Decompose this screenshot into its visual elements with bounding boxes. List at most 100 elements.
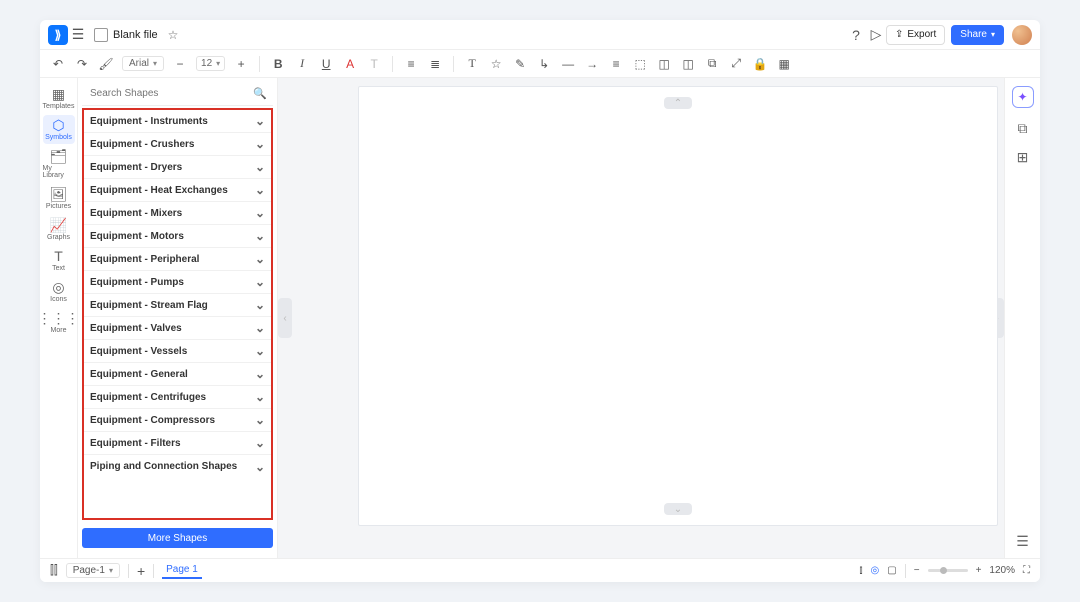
undo-icon[interactable]: ↶ [50, 57, 66, 71]
pen-tool-icon[interactable]: ✎ [512, 57, 528, 71]
category-label: Equipment - Peripheral [90, 254, 199, 265]
panel-collapse-left[interactable]: ‹ [278, 298, 292, 338]
layers-icon[interactable]: ⧉ [1018, 120, 1028, 137]
avatar[interactable] [1012, 25, 1032, 45]
outline-icon[interactable]: ◎ [871, 565, 880, 576]
rail-label: More [51, 327, 67, 334]
ungroup-icon[interactable]: ◫ [680, 57, 696, 71]
rail-item-symbols[interactable]: ⬡Symbols [43, 115, 75, 144]
search-icon[interactable]: 🔍 [253, 87, 267, 100]
bring-front-icon[interactable]: ⧉ [704, 56, 720, 71]
layers-toggle-icon[interactable]: ⫾ [859, 565, 862, 576]
file-title[interactable]: Blank file [94, 28, 158, 42]
font-select[interactable]: Arial ▾ [122, 56, 164, 71]
export-button[interactable]: ⇪ Export [886, 25, 945, 45]
app-logo[interactable]: ⟫ [48, 25, 68, 45]
arrow-style-icon[interactable]: → [584, 57, 600, 71]
rail-item-icons[interactable]: ◎Icons [43, 277, 75, 306]
rail-item-text[interactable]: TText [43, 246, 75, 275]
line-weight-icon[interactable]: ≡ [608, 57, 624, 71]
page-tab[interactable]: Page 1 [162, 562, 202, 579]
rail-item-graphs[interactable]: 📈Graphs [43, 215, 75, 244]
table-icon[interactable]: ▦ [776, 57, 792, 71]
zoom-in-button[interactable]: + [976, 565, 982, 576]
help-icon[interactable]: ? [846, 27, 866, 43]
chevron-down-icon: ▾ [109, 566, 113, 575]
chevron-down-icon: ⌄ [255, 206, 265, 220]
align-left-icon[interactable]: ≡ [403, 57, 419, 71]
chevron-down-icon: ⌄ [255, 252, 265, 266]
decrease-font-icon[interactable]: − [172, 57, 188, 71]
apps-icon[interactable]: ⊞ [1017, 149, 1029, 166]
chevron-down-icon: ⌄ [255, 321, 265, 335]
category-item[interactable]: Equipment - Mixers⌄ [84, 202, 271, 225]
zoom-level[interactable]: 120% [989, 565, 1015, 576]
bold-icon[interactable]: B [270, 57, 286, 71]
shapes-panel: 🔍 Equipment - Instruments ⌄ Equipment - Cr… [78, 78, 278, 558]
redo-icon[interactable]: ↷ [74, 57, 90, 71]
canvas-page[interactable]: ⌃ ⌄ [358, 86, 998, 526]
category-item[interactable]: Equipment - General⌄ [84, 363, 271, 386]
page-scroll-down[interactable]: ⌄ [664, 503, 692, 515]
settings-list-icon[interactable]: ☰ [1016, 533, 1029, 550]
font-color-icon[interactable]: A [342, 57, 358, 71]
category-label: Equipment - Instruments [90, 116, 208, 127]
font-size-select[interactable]: 12 ▾ [196, 56, 225, 71]
increase-font-icon[interactable]: + [233, 57, 249, 71]
category-label: Equipment - Valves [90, 323, 182, 334]
line-style-icon[interactable]: ― [560, 57, 576, 71]
play-icon[interactable]: ▷ [866, 26, 886, 43]
format-painter-icon[interactable]: 🖌 [98, 57, 114, 71]
align-options-icon[interactable]: ≣ [427, 57, 443, 71]
category-item[interactable]: Equipment - Filters⌄ [84, 432, 271, 455]
category-item[interactable]: Equipment - Compressors⌄ [84, 409, 271, 432]
text-tool-icon[interactable]: T [464, 56, 480, 71]
bookmark-icon[interactable]: ☆ [488, 57, 504, 71]
resize-icon[interactable]: ⤢ [728, 56, 744, 71]
rail-item-templates[interactable]: ▦Templates [43, 84, 75, 113]
file-icon [94, 28, 108, 42]
rail-item-pictures[interactable]: 🖼Pictures [43, 184, 75, 213]
menu-button[interactable]: ☰ [68, 26, 88, 43]
page-nav-icon[interactable]: ⫿⫿ [50, 563, 58, 578]
chevron-down-icon: ⌄ [255, 114, 265, 128]
category-item[interactable]: Equipment - Peripheral ⌄ [84, 248, 271, 271]
category-item[interactable]: Equipment - Dryers⌄ [84, 156, 271, 179]
category-label: Equipment - Crushers [90, 139, 194, 150]
category-item[interactable]: Equipment - Crushers⌄ [84, 133, 271, 156]
chevron-down-icon: ⌄ [255, 413, 265, 427]
ai-sparkle-icon[interactable]: ✦ [1012, 86, 1034, 108]
category-item[interactable]: Equipment - Valves ⌄ [84, 317, 271, 340]
page-select[interactable]: Page-1 ▾ [66, 563, 120, 578]
favorite-icon[interactable]: ☆ [168, 28, 179, 42]
category-item[interactable]: Piping and Connection Shapes⌄ [84, 455, 271, 478]
category-item[interactable]: Equipment - Instruments ⌄ [84, 110, 271, 133]
fill-icon[interactable]: ⬚ [632, 57, 648, 71]
share-button[interactable]: Share ▾ [951, 25, 1004, 45]
fullscreen-icon[interactable]: ⛶ [1023, 565, 1030, 576]
rail-item-my-library[interactable]: 🗂My Library [43, 146, 75, 182]
italic-icon[interactable]: I [294, 56, 310, 71]
group-icon[interactable]: ◫ [656, 57, 672, 71]
add-page-button[interactable]: + [137, 563, 145, 579]
search-shapes: 🔍 [82, 82, 273, 106]
guides-icon[interactable]: ▢ [887, 565, 896, 576]
category-item[interactable]: Equipment - Centrifuges⌄ [84, 386, 271, 409]
lock-icon[interactable]: 🔒 [752, 57, 768, 71]
zoom-slider[interactable] [928, 569, 968, 572]
more-shapes-button[interactable]: More Shapes [82, 528, 273, 548]
rail-item-more[interactable]: ⋮⋮⋮More [43, 308, 75, 337]
category-item[interactable]: Equipment - Motors⌄ [84, 225, 271, 248]
category-item[interactable]: Equipment - Stream Flag⌄ [84, 294, 271, 317]
category-item[interactable]: Equipment - Vessels⌄ [84, 340, 271, 363]
category-item[interactable]: Equipment - Heat Exchanges⌄ [84, 179, 271, 202]
chevron-down-icon: ▾ [153, 59, 157, 68]
underline-icon[interactable]: U [318, 57, 334, 71]
connector-icon[interactable]: ↳ [536, 57, 552, 71]
page-scroll-up[interactable]: ⌃ [664, 97, 692, 109]
canvas[interactable]: ‹ › ⌃ ⌄ [278, 78, 1004, 558]
zoom-out-button[interactable]: − [914, 565, 920, 576]
category-item[interactable]: Equipment - Pumps⌄ [84, 271, 271, 294]
search-input[interactable] [88, 87, 253, 100]
highlight-icon[interactable]: T [366, 57, 382, 71]
